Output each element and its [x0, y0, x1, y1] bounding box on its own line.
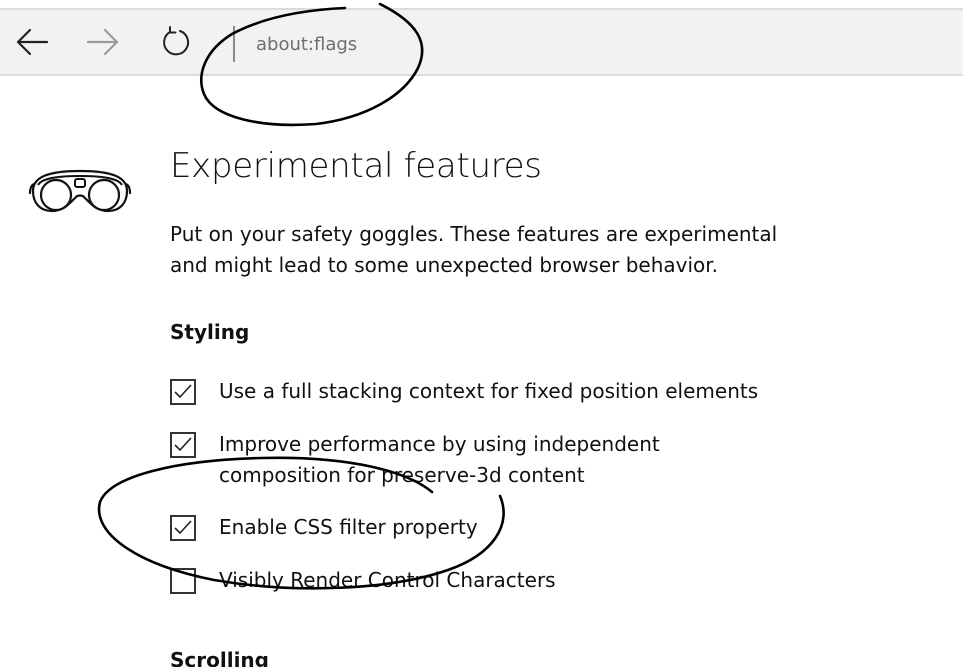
option-label: Enable CSS filter property [219, 515, 478, 539]
refresh-icon [163, 26, 190, 56]
forward-arrow-icon [86, 28, 119, 56]
refresh-button[interactable] [156, 22, 196, 62]
checkmark-icon [174, 384, 192, 399]
option-label: Use a full stacking context for fixed po… [219, 379, 759, 403]
browser-page: Experimental features Put on your safety… [0, 0, 963, 667]
address-bar-input[interactable] [248, 28, 664, 60]
option-label: Visibly Render Control Characters [219, 568, 556, 592]
address-bar-divider [233, 26, 235, 62]
checkbox-css-filter[interactable] [170, 515, 196, 541]
page-description: Put on your safety goggles. These featur… [170, 222, 778, 277]
page-title: Experimental features [170, 146, 542, 186]
option-label: Improve performance by using independent… [219, 432, 660, 487]
checkbox-control-characters[interactable] [170, 568, 196, 594]
back-button[interactable] [12, 22, 52, 62]
back-arrow-icon [16, 28, 49, 56]
checkbox-fixed-stacking-context[interactable] [170, 379, 196, 405]
checkmark-icon [174, 520, 192, 535]
browser-toolbar [0, 8, 963, 76]
checkmark-icon [174, 437, 192, 452]
section-title-scrolling: Scrolling [170, 648, 269, 667]
safety-goggles-icon [28, 169, 132, 213]
section-title-styling: Styling [170, 320, 250, 344]
forward-button[interactable] [83, 22, 123, 62]
checkbox-preserve-3d[interactable] [170, 432, 196, 458]
